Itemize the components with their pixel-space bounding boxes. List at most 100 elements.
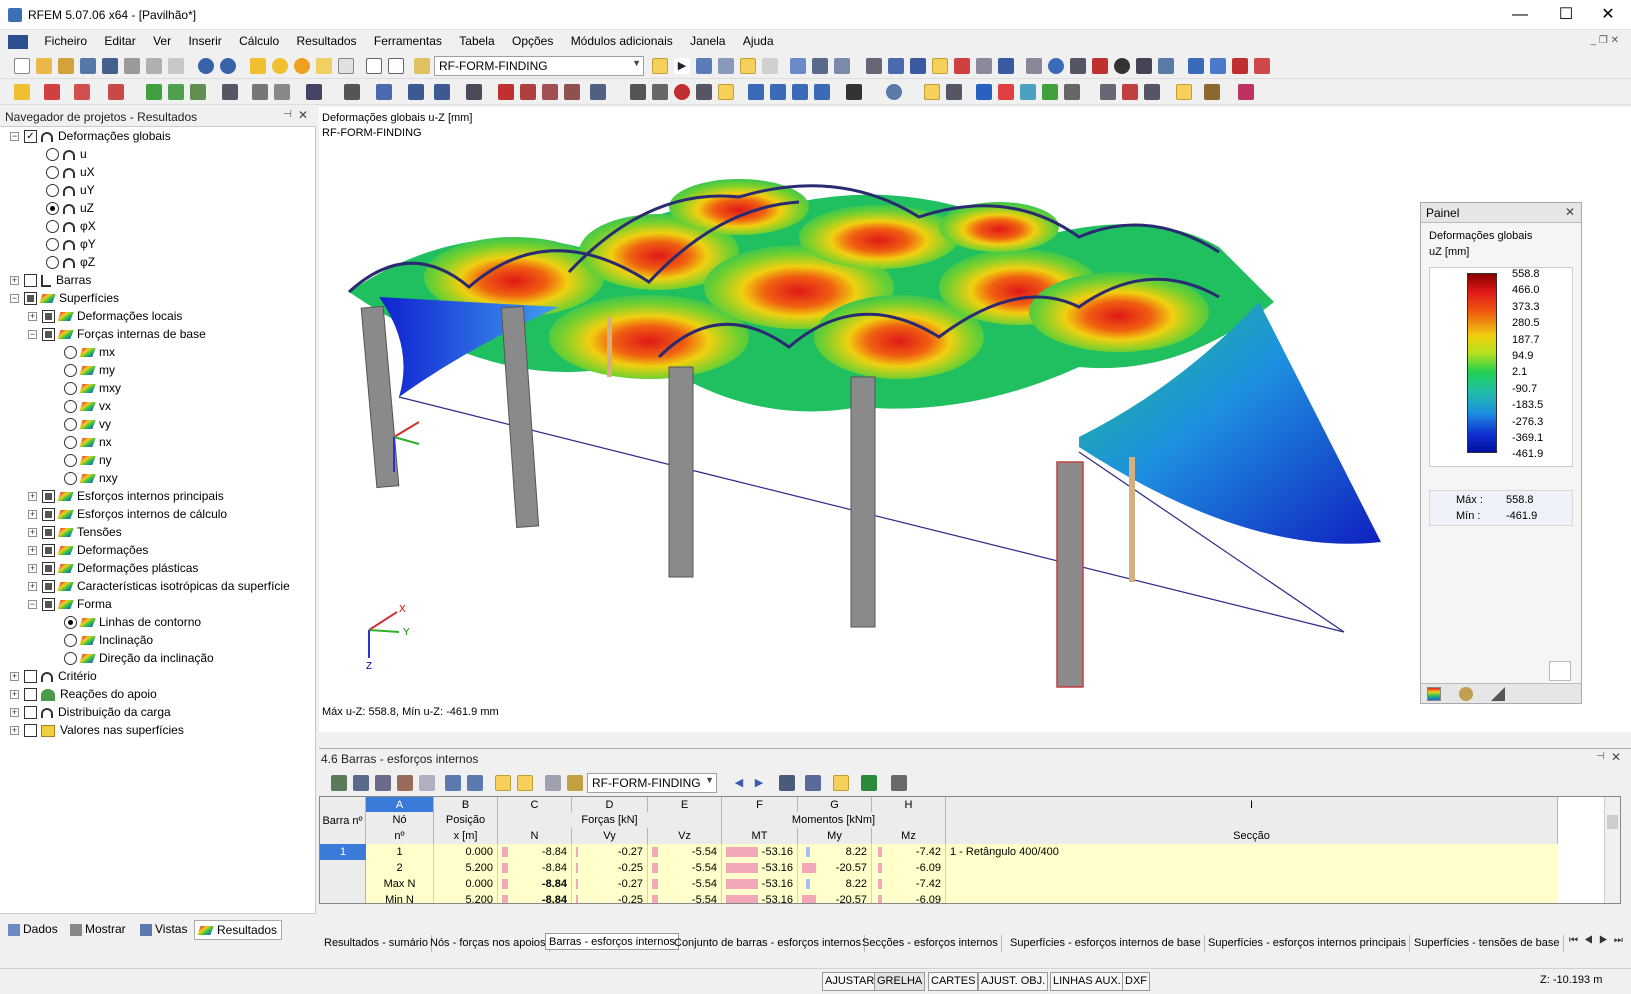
cell-Vz[interactable]: -5.54 xyxy=(648,892,722,903)
mdi-controls[interactable]: _ ❐ ✕ xyxy=(1591,35,1619,46)
import-icon[interactable] xyxy=(1210,58,1226,74)
tab-superficies-tensoes[interactable]: Superfícies - tensões de base xyxy=(1411,935,1564,952)
table-delete-icon[interactable] xyxy=(419,775,435,791)
cell-N[interactable]: -8.84 xyxy=(498,876,572,892)
tree-item-uz[interactable]: uZ xyxy=(46,199,94,217)
tree-item-direcao-inclinacao[interactable]: Direção da inclinação xyxy=(64,649,214,667)
table-find-icon[interactable] xyxy=(805,775,821,791)
cell-section[interactable] xyxy=(946,860,1558,876)
select-icon[interactable] xyxy=(888,58,904,74)
tree-item-deformacoes[interactable]: + Deformações xyxy=(28,541,148,559)
tree-item-esforcos-calculo[interactable]: + Esforços internos de cálculo xyxy=(28,505,227,523)
tree-item-caracteristicas[interactable]: + Características isotrópicas da superfíc… xyxy=(28,577,290,595)
tree-item-deformacoes-locais[interactable]: + Deformações locais xyxy=(28,307,182,325)
tree-item-criterio[interactable]: + Critério xyxy=(10,667,97,685)
row-bar-number[interactable] xyxy=(320,892,366,903)
rotate-icon[interactable] xyxy=(1048,58,1064,74)
undo-icon[interactable] xyxy=(198,58,214,74)
tab-seccoes[interactable]: Secções - esforços internos xyxy=(859,935,1002,952)
col-letter[interactable]: I xyxy=(946,797,1558,813)
table-sort-icon[interactable] xyxy=(353,775,369,791)
factor-icon[interactable] xyxy=(1491,687,1505,701)
cell-x[interactable]: 0.000 xyxy=(434,844,498,860)
cell-My[interactable]: -20.57 xyxy=(798,892,872,903)
close-navigator-icon[interactable]: ✕ xyxy=(298,108,308,122)
check-icon[interactable] xyxy=(1238,84,1254,100)
color-bar-icon[interactable] xyxy=(1427,687,1441,701)
cell-node[interactable]: 1 xyxy=(366,844,434,860)
iso-view-icon[interactable] xyxy=(376,84,392,100)
pin-table-icon[interactable]: ⊣ xyxy=(1596,751,1605,762)
table-select-button[interactable] xyxy=(495,775,511,791)
pin-navigator-icon[interactable]: ⊣ xyxy=(283,109,292,120)
panel-view-icon[interactable] xyxy=(388,58,404,74)
tree-item-mxy[interactable]: mxy xyxy=(64,379,121,397)
cell-section[interactable] xyxy=(946,892,1558,903)
cell-x[interactable]: 5.200 xyxy=(434,860,498,876)
tree-item-vx[interactable]: vx xyxy=(64,397,111,415)
section-icon[interactable] xyxy=(976,58,992,74)
tools-icon[interactable] xyxy=(1158,58,1174,74)
table-next-case-icon[interactable]: ▶ xyxy=(751,775,767,791)
col-letter[interactable]: F xyxy=(722,797,798,813)
tree-item-my[interactable]: my xyxy=(64,361,115,379)
cell-Vy[interactable]: -0.27 xyxy=(572,876,648,892)
cell-section[interactable]: 1 - Retângulo 400/400 xyxy=(946,844,1558,860)
solid-results-icon[interactable] xyxy=(1020,84,1036,100)
tree-item-deformacoes-globais[interactable]: − ✓ Deformações globais xyxy=(10,127,171,145)
result-table-icon[interactable] xyxy=(1144,84,1160,100)
cell-Vy[interactable]: -0.27 xyxy=(572,844,648,860)
pin-icon[interactable] xyxy=(1232,58,1248,74)
tree-item-mx[interactable]: mx xyxy=(64,343,115,361)
tree-item-ny[interactable]: ny xyxy=(64,451,112,469)
save-all-icon[interactable] xyxy=(80,58,96,74)
tab-resultados[interactable]: Resultados xyxy=(194,920,283,940)
tree-item-phix[interactable]: φX xyxy=(46,217,96,235)
cell-MT[interactable]: -53.16 xyxy=(722,844,798,860)
wireframe-button[interactable] xyxy=(718,84,734,100)
edit-icon[interactable] xyxy=(250,58,266,74)
view-z-icon[interactable] xyxy=(792,84,808,100)
col-letter[interactable]: C xyxy=(498,797,572,813)
view-iso-icon[interactable] xyxy=(814,84,830,100)
tree-item-nx[interactable]: nx xyxy=(64,433,112,451)
tree-item-barras[interactable]: + Barras xyxy=(10,271,91,289)
table-loadcase-select[interactable]: RF-FORM-FINDING ▼ xyxy=(587,773,717,793)
load-case-select[interactable]: RF-FORM-FINDING ▼ xyxy=(434,56,644,76)
dxf-button[interactable]: DXF xyxy=(1122,972,1150,991)
numbering-icon[interactable] xyxy=(762,58,778,74)
surface-results-icon[interactable] xyxy=(998,84,1014,100)
cell-Vz[interactable]: -5.54 xyxy=(648,876,722,892)
table-view-icon[interactable] xyxy=(366,58,382,74)
cartes-button[interactable]: CARTES xyxy=(928,972,979,991)
next-case-icon[interactable]: ▶ xyxy=(674,58,690,74)
video-icon[interactable] xyxy=(812,58,828,74)
result-display-button[interactable] xyxy=(924,84,940,100)
cell-node[interactable]: 2 xyxy=(366,860,434,876)
menu-opcoes[interactable]: Opções xyxy=(505,31,560,51)
cell-N[interactable]: -8.84 xyxy=(498,844,572,860)
cell-x[interactable]: 5.200 xyxy=(434,892,498,903)
tree-item-phiz[interactable]: φZ xyxy=(46,253,95,271)
tree-item-uy[interactable]: uY xyxy=(46,181,95,199)
zoom-out-icon[interactable] xyxy=(674,84,690,100)
col-letter[interactable]: H xyxy=(872,797,946,813)
member-icon[interactable] xyxy=(74,84,90,100)
table-insert-icon[interactable] xyxy=(397,775,413,791)
tree-item-forma[interactable]: − Forma xyxy=(28,595,112,613)
cell-My[interactable]: -20.57 xyxy=(798,860,872,876)
fit-icon[interactable] xyxy=(696,84,712,100)
generate-icon[interactable] xyxy=(590,84,606,100)
menu-tabela[interactable]: Tabela xyxy=(452,31,501,51)
cell-MT[interactable]: -53.16 xyxy=(722,860,798,876)
tab-conjunto-barras[interactable]: Conjunto de barras - esforços internos xyxy=(671,935,866,952)
display-icon[interactable] xyxy=(306,84,322,100)
find-icon[interactable] xyxy=(272,58,288,74)
camera-icon[interactable] xyxy=(1114,58,1130,74)
print-graphic-icon[interactable] xyxy=(146,58,162,74)
grid-button[interactable]: GRELHA xyxy=(874,972,926,991)
col-letter[interactable]: D xyxy=(572,797,648,813)
merge-icon[interactable] xyxy=(564,84,580,100)
tree-item-forcas-internas-base[interactable]: − Forças internas de base xyxy=(28,325,206,343)
tree-item-vy[interactable]: vy xyxy=(64,415,111,433)
